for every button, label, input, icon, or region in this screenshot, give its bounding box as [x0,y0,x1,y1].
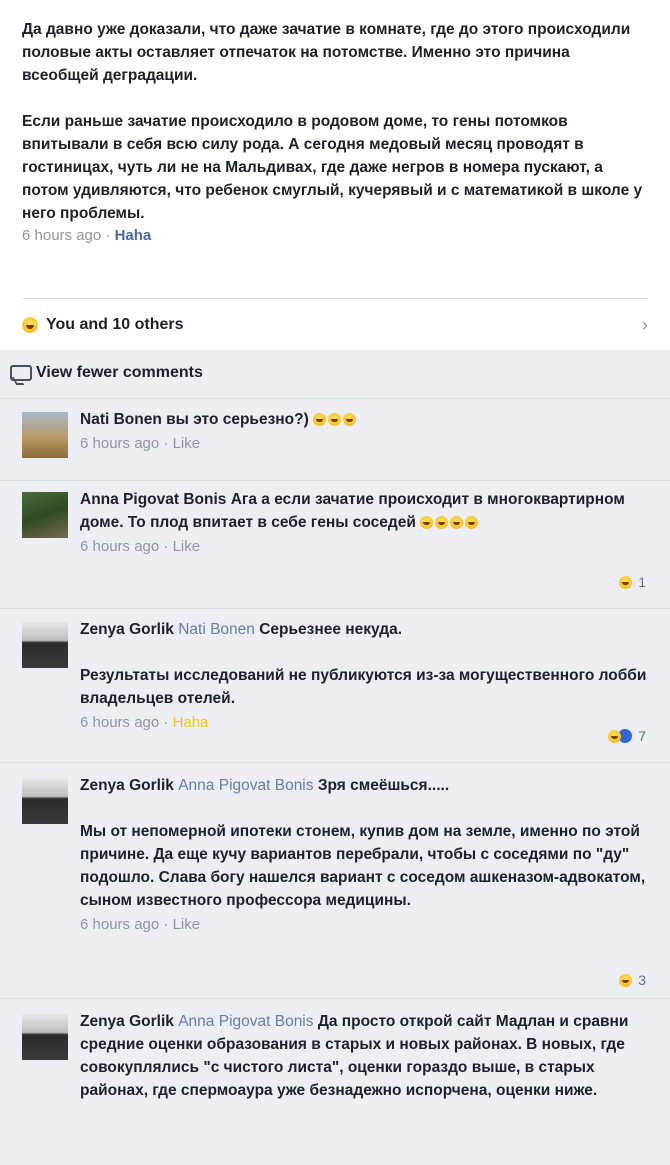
view-fewer-label: View fewer comments [36,364,203,381]
comment-meta: 6 hours ago · Like [80,538,201,555]
reaction-count: 7 [638,728,646,744]
comment-body: Zenya Gorlik Anna Pigovat Bonis Зря смеё… [80,774,648,912]
laughing-emoji-icon [465,516,479,530]
post-divider [22,298,648,299]
avatar[interactable] [22,1014,68,1060]
reaction-count: 3 [638,972,646,988]
comment-meta: 6 hours ago · Like [80,916,201,933]
mention-tag[interactable]: Anna Pigovat Bonis [178,777,313,794]
post-timestamp[interactable]: 6 hours ago [22,227,101,244]
haha-link[interactable]: Haha [173,714,209,731]
comment-author[interactable]: Anna Pigovat Bonis [80,491,226,508]
mention-tag[interactable]: Anna Pigovat Bonis [178,1013,313,1030]
chevron-right-icon[interactable]: › [642,315,648,336]
comment-bubble-icon [10,365,32,381]
comment-item: Zenya Gorlik Nati Bonen Серьезнее некуда… [22,618,648,744]
haha-emoji-icon [22,317,38,333]
haha-emoji-icon [608,729,622,743]
haha-emoji-icon [619,973,633,987]
comment-body: Anna Pigovat Bonis Ага а если зачатие пр… [80,488,648,534]
comment-timestamp[interactable]: 6 hours ago [80,714,159,731]
reactions-summary-row[interactable]: You and 10 others › [22,310,648,340]
avatar[interactable] [22,778,68,824]
like-link[interactable]: Like [173,435,201,452]
comment-item: Anna Pigovat Bonis Ага а если зачатие пр… [22,488,648,590]
separator [0,398,670,399]
comment-timestamp[interactable]: 6 hours ago [80,916,159,933]
comment-timestamp[interactable]: 6 hours ago [80,538,159,555]
avatar[interactable] [22,412,68,458]
comment-item: Zenya Gorlik Anna Pigovat Bonis Да прост… [22,1010,648,1102]
reaction-count: 1 [638,574,646,590]
comment-text: Зря смеёшься..... Мы от непомерной ипоте… [80,777,646,909]
like-link[interactable]: Like [173,538,201,555]
post-text-paragraph-2: Если раньше зачатие происходило в родово… [22,113,643,222]
laughing-emoji-icon [450,516,464,530]
comment-body: Zenya Gorlik Anna Pigovat Bonis Да прост… [80,1010,648,1102]
separator [0,762,670,763]
mention-tag[interactable]: Nati Bonen [178,621,255,638]
post-text-paragraph-1: Да давно уже доказали, что даже зачатие … [22,21,631,84]
separator [0,480,670,481]
comment-timestamp[interactable]: 6 hours ago [80,435,159,452]
comment-reactions[interactable]: 3 [619,972,646,988]
laughing-emoji-icon [420,516,434,530]
comment-item: Nati Bonen вы это серьезно?) 6 hours ago… [22,408,648,458]
comment-body: Nati Bonen вы это серьезно?) [80,408,648,431]
comment-item: Zenya Gorlik Anna Pigovat Bonis Зря смеё… [22,774,648,988]
like-link[interactable]: Like [173,916,201,933]
post-meta: 6 hours ago · Haha [22,227,648,244]
comments-section: View fewer comments Nati Bonen вы это се… [0,350,670,1165]
separator [0,998,670,999]
view-fewer-comments-link[interactable]: View fewer comments [10,364,203,382]
haha-emoji-icon [619,575,633,589]
laughing-emoji-icon [313,413,327,427]
separator [0,608,670,609]
comment-text: вы это серьезно?) [166,411,309,428]
avatar[interactable] [22,622,68,668]
comment-reactions[interactable]: 7 [608,728,646,744]
laughing-emoji-icon [435,516,449,530]
comment-meta: 6 hours ago · Haha [80,714,209,731]
laughing-emoji-icon [343,413,357,427]
comment-meta: 6 hours ago · Like [80,435,201,452]
reactions-summary-text: You and 10 others [46,316,184,333]
comment-author[interactable]: Zenya Gorlik [80,777,174,794]
post-haha-reaction[interactable]: Haha [115,227,152,244]
comment-reactions[interactable]: 1 [619,574,646,590]
laughing-emoji-icon [328,413,342,427]
comment-author[interactable]: Zenya Gorlik [80,1013,174,1030]
meta-dot: · [105,227,111,244]
comment-body: Zenya Gorlik Nati Bonen Серьезнее некуда… [80,618,648,710]
comment-author[interactable]: Zenya Gorlik [80,621,174,638]
comment-author[interactable]: Nati Bonen [80,411,162,428]
avatar[interactable] [22,492,68,538]
